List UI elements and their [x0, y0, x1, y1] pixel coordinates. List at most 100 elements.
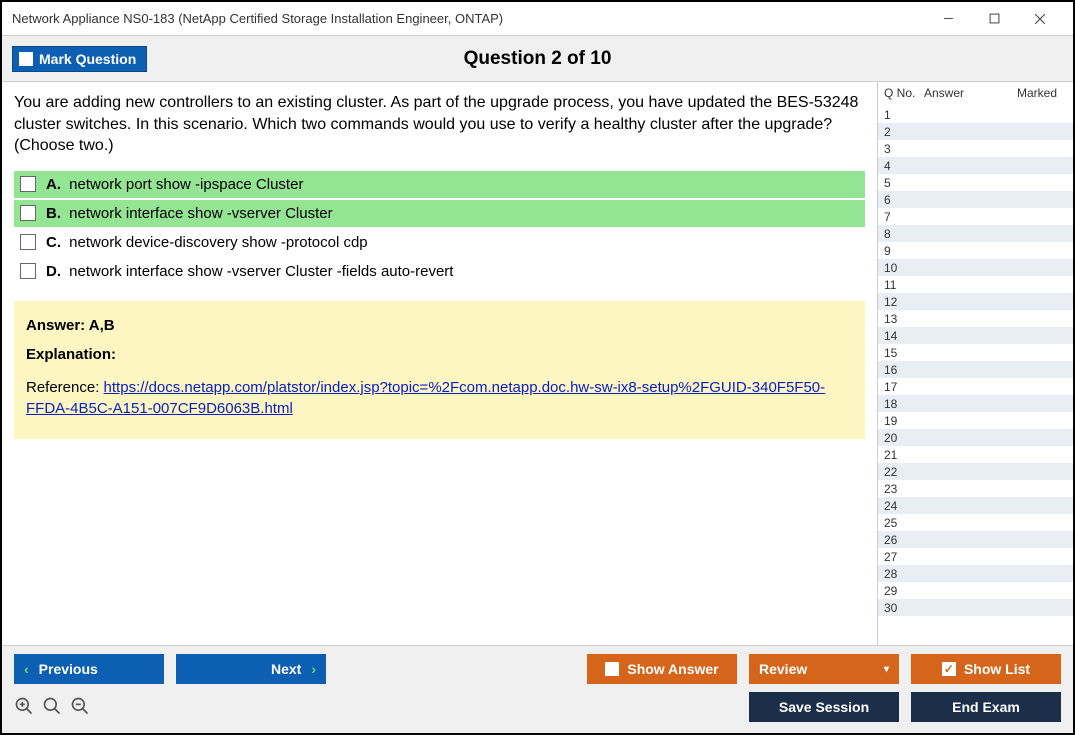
question-grid-row[interactable]: 24	[878, 497, 1073, 514]
question-grid-row[interactable]: 6	[878, 191, 1073, 208]
zoom-reset-icon[interactable]	[42, 696, 62, 719]
question-grid-row[interactable]: 9	[878, 242, 1073, 259]
question-grid-row[interactable]: 25	[878, 514, 1073, 531]
question-grid-row[interactable]: 22	[878, 463, 1073, 480]
chevron-right-icon: ›	[311, 661, 316, 677]
choice-row[interactable]: B. network interface show -vserver Clust…	[14, 200, 865, 227]
grid-qno: 1	[884, 108, 924, 122]
choice-checkbox[interactable]	[20, 205, 36, 221]
question-grid-row[interactable]: 27	[878, 548, 1073, 565]
grid-qno: 22	[884, 465, 924, 479]
choice-letter: B.	[46, 205, 61, 222]
grid-qno: 13	[884, 312, 924, 326]
choice-text: D. network interface show -vserver Clust…	[46, 263, 453, 280]
previous-button[interactable]: ‹ Previous	[14, 654, 164, 684]
question-grid-row[interactable]: 12	[878, 293, 1073, 310]
question-grid-row[interactable]: 11	[878, 276, 1073, 293]
grid-qno: 20	[884, 431, 924, 445]
question-grid-row[interactable]: 14	[878, 327, 1073, 344]
question-grid-row[interactable]: 20	[878, 429, 1073, 446]
grid-qno: 6	[884, 193, 924, 207]
grid-qno: 5	[884, 176, 924, 190]
choice-text: C. network device-discovery show -protoc…	[46, 234, 368, 251]
grid-qno: 30	[884, 601, 924, 615]
maximize-icon[interactable]	[971, 4, 1017, 34]
grid-qno: 18	[884, 397, 924, 411]
grid-qno: 4	[884, 159, 924, 173]
minimize-icon[interactable]	[925, 4, 971, 34]
grid-qno: 8	[884, 227, 924, 241]
question-grid-row[interactable]: 30	[878, 599, 1073, 616]
next-label: Next	[271, 661, 301, 677]
explanation-label: Explanation:	[26, 346, 853, 363]
question-grid-row[interactable]: 26	[878, 531, 1073, 548]
header-answer: Answer	[924, 86, 994, 100]
choice-row[interactable]: C. network device-discovery show -protoc…	[14, 229, 865, 256]
question-grid-row[interactable]: 18	[878, 395, 1073, 412]
grid-qno: 15	[884, 346, 924, 360]
body: You are adding new controllers to an exi…	[2, 82, 1073, 645]
grid-qno: 28	[884, 567, 924, 581]
titlebar: Network Appliance NS0-183 (NetApp Certif…	[2, 2, 1073, 36]
choice-row[interactable]: D. network interface show -vserver Clust…	[14, 258, 865, 285]
question-grid-row[interactable]: 29	[878, 582, 1073, 599]
question-grid[interactable]: 1234567891011121314151617181920212223242…	[878, 106, 1073, 645]
zoom-out-icon[interactable]	[70, 696, 90, 719]
next-button[interactable]: Next ›	[176, 654, 326, 684]
mark-question-button[interactable]: Mark Question	[12, 46, 147, 72]
choice-text: A. network port show -ipspace Cluster	[46, 176, 303, 193]
question-grid-row[interactable]: 15	[878, 344, 1073, 361]
show-list-button[interactable]: ✓ Show List	[911, 654, 1061, 684]
grid-qno: 25	[884, 516, 924, 530]
end-exam-button[interactable]: End Exam	[911, 692, 1061, 722]
grid-qno: 9	[884, 244, 924, 258]
footer-row-1: ‹ Previous Next › Show Answer Review ▾ ✓…	[14, 654, 1061, 684]
zoom-in-icon[interactable]	[14, 696, 34, 719]
question-grid-row[interactable]: 23	[878, 480, 1073, 497]
choice-text: B. network interface show -vserver Clust…	[46, 205, 333, 222]
question-grid-row[interactable]: 16	[878, 361, 1073, 378]
question-grid-row[interactable]: 2	[878, 123, 1073, 140]
answer-line: Answer: A,B	[26, 317, 853, 334]
zoom-controls	[14, 696, 90, 719]
grid-qno: 11	[884, 278, 924, 292]
choice-letter: C.	[46, 234, 61, 251]
review-button[interactable]: Review ▾	[749, 654, 899, 684]
grid-qno: 17	[884, 380, 924, 394]
checkbox-icon	[19, 52, 33, 66]
question-grid-row[interactable]: 4	[878, 157, 1073, 174]
reference-line: Reference: https://docs.netapp.com/plats…	[26, 377, 853, 419]
grid-qno: 2	[884, 125, 924, 139]
checkbox-checked-icon: ✓	[942, 662, 956, 676]
question-grid-row[interactable]: 8	[878, 225, 1073, 242]
grid-qno: 3	[884, 142, 924, 156]
grid-qno: 27	[884, 550, 924, 564]
app-window: Network Appliance NS0-183 (NetApp Certif…	[0, 0, 1075, 735]
question-grid-row[interactable]: 17	[878, 378, 1073, 395]
side-panel: Q No. Answer Marked 12345678910111213141…	[877, 82, 1073, 645]
choice-checkbox[interactable]	[20, 234, 36, 250]
choice-checkbox[interactable]	[20, 263, 36, 279]
question-grid-row[interactable]: 1	[878, 106, 1073, 123]
choice-checkbox[interactable]	[20, 176, 36, 192]
question-grid-row[interactable]: 3	[878, 140, 1073, 157]
grid-qno: 21	[884, 448, 924, 462]
show-answer-button[interactable]: Show Answer	[587, 654, 737, 684]
save-session-button[interactable]: Save Session	[749, 692, 899, 722]
question-grid-row[interactable]: 7	[878, 208, 1073, 225]
choice-row[interactable]: A. network port show -ipspace Cluster	[14, 171, 865, 198]
question-grid-row[interactable]: 10	[878, 259, 1073, 276]
header-marked: Marked	[994, 86, 1067, 100]
mark-question-label: Mark Question	[39, 51, 136, 67]
question-grid-row[interactable]: 28	[878, 565, 1073, 582]
top-strip: Mark Question Question 2 of 10	[2, 36, 1073, 82]
reference-link[interactable]: https://docs.netapp.com/platstor/index.j…	[26, 379, 825, 417]
question-heading: Question 2 of 10	[464, 48, 612, 70]
question-grid-row[interactable]: 21	[878, 446, 1073, 463]
question-grid-row[interactable]: 19	[878, 412, 1073, 429]
question-grid-row[interactable]: 5	[878, 174, 1073, 191]
close-icon[interactable]	[1017, 4, 1063, 34]
window-controls	[925, 4, 1063, 34]
show-answer-label: Show Answer	[627, 661, 718, 677]
question-grid-row[interactable]: 13	[878, 310, 1073, 327]
